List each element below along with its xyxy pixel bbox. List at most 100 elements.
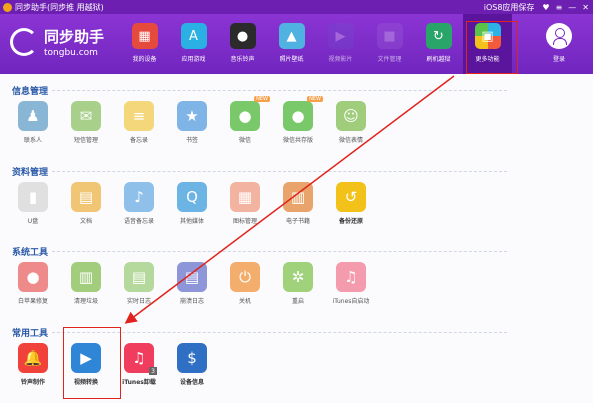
glyph: ♫: [344, 268, 358, 286]
login-button[interactable]: 登录: [546, 23, 572, 63]
glyph: ✲: [291, 268, 305, 286]
tool-label: iTunes卸载: [122, 379, 156, 386]
nav-label: 应用游戏: [181, 56, 206, 63]
tool-backup[interactable]: ↺ 备份还原: [327, 182, 375, 225]
trash-icon: ▥: [71, 262, 101, 292]
glyph: ▥: [290, 188, 306, 206]
tool-itunes[interactable]: ♫ iTunes自启动: [327, 262, 375, 305]
favorite-icon[interactable]: ♥: [542, 3, 549, 12]
bell-icon: 🔔: [18, 343, 48, 373]
glyph: ♪: [134, 188, 144, 206]
tool-label: 文档: [79, 218, 92, 225]
tool-label: 清理垃圾: [73, 298, 98, 305]
more-features-highlight: [466, 21, 518, 74]
nav-label: 照片壁纸: [279, 56, 304, 63]
nav-label: 文件管理: [377, 56, 402, 63]
tool-log[interactable]: ▤ 实时日志: [115, 262, 163, 305]
tool-restart[interactable]: ✲ 重启: [274, 262, 322, 305]
apple-icon: ●: [18, 262, 48, 292]
nav-label: 音乐铃声: [230, 56, 255, 63]
notes-icon: ≡: [124, 101, 154, 131]
nav-label: 刷机越狱: [426, 56, 451, 63]
vinyl-icon: ●: [229, 23, 256, 49]
tool-bell[interactable]: 🔔 铃声制作: [9, 343, 57, 386]
tool-power[interactable]: ⏻ 关机: [221, 262, 269, 305]
tool-label: 关机: [238, 298, 251, 305]
video-convert-highlight: [63, 327, 121, 399]
tool-emoji[interactable]: ☺ 微信表情: [327, 101, 375, 144]
glyph: ⏻: [239, 268, 251, 286]
tool-apple[interactable]: ● 白苹果修复: [9, 262, 57, 305]
nav-item-photo[interactable]: ▲ 照片壁纸: [267, 14, 316, 74]
nav-item-clapper[interactable]: ▶ 视频影片: [316, 14, 365, 74]
glyph: ●: [291, 107, 305, 125]
message-icon: ✉: [71, 101, 101, 131]
glyph: ▤: [131, 268, 147, 286]
glyph: ★: [185, 107, 199, 125]
tool-label: 微信: [238, 137, 251, 144]
glyph: ≡: [132, 107, 146, 125]
main-nav: ▦ 我的设备 A 应用游戏 ● 音乐铃声 ▲ 照片壁纸 ▶ 视频影片 ■ 文件管理 ↻ 刷机越狱 ▣ 更多功能: [120, 14, 512, 74]
tool-wechat[interactable]: ● NEW 微信: [221, 96, 270, 144]
tool-label: 微信表情: [338, 137, 363, 144]
tool-label: 备份还原: [338, 218, 363, 225]
title-bar: 同步助手(同步推 用越狱) iOS8应用保存 ♥ ≡ — ✕: [0, 0, 593, 14]
nav-item-vinyl[interactable]: ● 音乐铃声: [218, 14, 267, 74]
tool-quicktime[interactable]: Q 其他媒体: [168, 182, 216, 225]
tool-contacts[interactable]: ♟ 联系人: [9, 101, 57, 144]
ios-app-save-link[interactable]: iOS8应用保存: [484, 2, 535, 13]
tool-grid[interactable]: ▦ 图标管理: [221, 182, 269, 225]
clapper-icon: ▶: [327, 23, 354, 49]
tool-label: 书签: [185, 137, 198, 144]
section-divider: [52, 251, 507, 252]
document-icon: ▤: [71, 182, 101, 212]
nav-label: 视频影片: [328, 56, 353, 63]
section-title: 资料管理: [12, 168, 49, 178]
new-badge: NEW: [307, 96, 323, 102]
tool-label: 备忘录: [129, 137, 148, 144]
glyph: Q: [186, 188, 198, 206]
tool-label: iTunes自启动: [332, 298, 370, 305]
tool-label: 崩溃日志: [179, 298, 204, 305]
microphone-icon: ♪: [124, 182, 154, 212]
device-info-icon: $: [177, 343, 207, 373]
tool-label: 图标管理: [232, 218, 257, 225]
tool-notes[interactable]: ≡ 备忘录: [115, 101, 163, 144]
restore-icon: ↻: [425, 23, 452, 49]
backup-icon: ↺: [336, 182, 366, 212]
tool-wechat-coexist[interactable]: ● NEW 微信共存版: [274, 96, 323, 144]
minimize-button[interactable]: —: [568, 3, 576, 12]
window-title: 同步助手(同步推 用越狱): [15, 2, 104, 12]
tool-label: 白苹果修复: [17, 298, 48, 305]
crash-icon: ▤: [177, 262, 207, 292]
tool-document[interactable]: ▤ 文档: [62, 182, 110, 225]
tool-trash[interactable]: ▥ 清理垃圾: [62, 262, 110, 305]
menu-icon[interactable]: ≡: [556, 3, 563, 12]
tool-label: 实时日志: [126, 298, 151, 305]
tool-crash[interactable]: ▤ 崩溃日志: [168, 262, 216, 305]
app-logo-icon: [3, 2, 12, 12]
brand-url: tongbu.com: [44, 48, 98, 58]
bookmark-icon: ★: [177, 101, 207, 131]
tool-bookmark[interactable]: ★ 书签: [168, 101, 216, 144]
tool-usb[interactable]: ▮ U盘: [9, 182, 57, 225]
nav-item-restore[interactable]: ↻ 刷机越狱: [414, 14, 463, 74]
tool-itunes-uninstall[interactable]: ♫ 3 iTunes卸载: [115, 343, 163, 386]
nav-item-store[interactable]: ▦ 我的设备: [120, 14, 169, 74]
tool-label: 联系人: [23, 137, 42, 144]
tool-microphone[interactable]: ♪ 语音备忘录: [115, 182, 163, 225]
quicktime-icon: Q: [177, 182, 207, 212]
tool-message[interactable]: ✉ 短信管理: [62, 101, 110, 144]
nav-item-folder[interactable]: ■ 文件管理: [365, 14, 414, 74]
tool-label: 铃声制作: [20, 379, 45, 386]
appstore-icon: A: [180, 23, 207, 49]
tool-book[interactable]: ▥ 电子书籍: [274, 182, 322, 225]
glyph: ✉: [79, 107, 93, 125]
count-badge: 3: [149, 367, 157, 375]
close-button[interactable]: ✕: [582, 3, 589, 12]
tool-label: 微信共存版: [282, 137, 313, 144]
glyph: ☺: [343, 107, 359, 125]
section-title: 信息管理: [12, 87, 49, 97]
tool-device-info[interactable]: $ 设备信息: [168, 343, 216, 386]
nav-item-appstore[interactable]: A 应用游戏: [169, 14, 218, 74]
